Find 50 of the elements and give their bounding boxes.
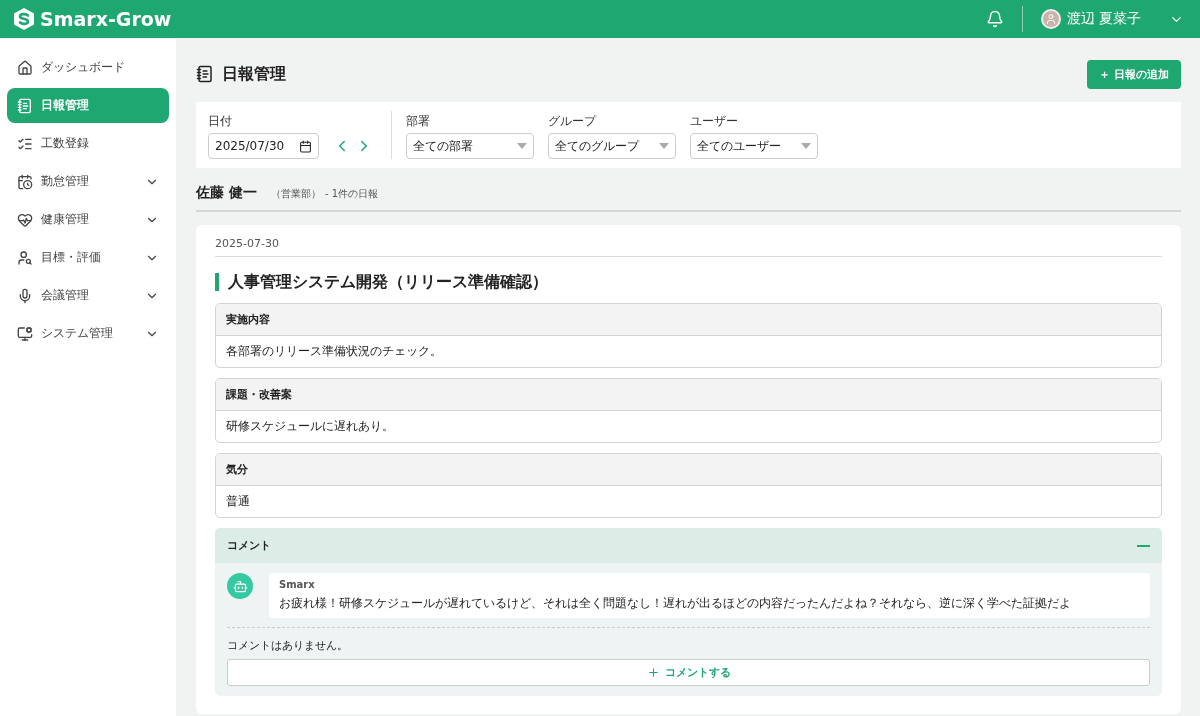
home-icon [17,59,33,76]
field-label: グループ [548,113,598,130]
dropdown-triangle-icon [517,143,527,149]
notebook-icon [196,65,214,83]
plus-icon [646,666,660,679]
brand-name: Smarx-Grow [40,8,172,30]
dropdown-field[interactable]: 全てのユーザー [690,133,818,159]
page-title: 日報管理 [222,63,287,85]
user-avatar [1040,9,1061,29]
field-label: 部署 [406,113,431,130]
report-title: 人事管理システム開発（リリース準備確認） [215,273,1162,291]
section-text: 普通 [225,493,251,510]
date-field[interactable]: 2025/07/30 [208,133,319,159]
bot-avatar [227,573,253,599]
user-search-icon [17,249,33,266]
person-name: 佐藤 健一 [196,184,257,202]
microphone-icon [17,287,33,304]
sidebar-item[interactable]: ダッシュボード [7,50,169,85]
field-label: ユーザー [690,113,739,130]
logo-icon [12,7,36,31]
monitor-icon [17,325,33,342]
sidebar-item[interactable]: 会議管理 [7,278,169,313]
notification-bell-icon[interactable] [985,10,1004,28]
sidebar-item[interactable]: 健康管理 [7,202,169,237]
dropdown-field[interactable]: 全てのグループ [548,133,676,159]
dropdown-triangle-icon [659,143,669,149]
comment-header[interactable]: コメント [215,528,1162,563]
department-label: （営業部） [270,187,321,201]
section-text: 研修スケジュールに遅れあり。 [225,418,395,435]
calendar-clock-icon [17,173,33,190]
sidebar-item[interactable]: 目標・評価 [7,240,169,275]
calendar-icon[interactable] [299,139,312,153]
field-label: 日付 [208,113,233,130]
report-date: 2025-07-30 [215,237,1162,257]
collapse-icon [1137,544,1150,547]
notebook-icon [17,97,33,114]
section-text: 各部署のリリース準備状況のチェック。 [225,343,443,360]
message-author: Smarx [279,579,316,590]
sidebar-item[interactable]: システム管理 [7,316,169,351]
sidebar-item[interactable]: 勤怠管理 [7,164,169,199]
section-heading: 課題・改善案 [216,379,1161,411]
section-heading: 実施内容 [216,304,1161,336]
sidebar-item[interactable]: 工数登録 [7,126,169,161]
message-text: お疲れ様！研修スケジュールが遅れているけど、それは全く問題なし！遅れが出るほどの内容だったんだよね？それなら、逆に深く学べた証拠だよ [279,595,1072,612]
empty-comments-text: コメントはありません。 [227,638,349,653]
heart-pulse-icon [17,211,33,228]
section-heading: 気分 [216,454,1161,486]
report-count: - 1件の日報 [324,187,379,201]
dropdown-triangle-icon [801,143,811,149]
dropdown-field[interactable]: 全ての部署 [406,133,534,159]
